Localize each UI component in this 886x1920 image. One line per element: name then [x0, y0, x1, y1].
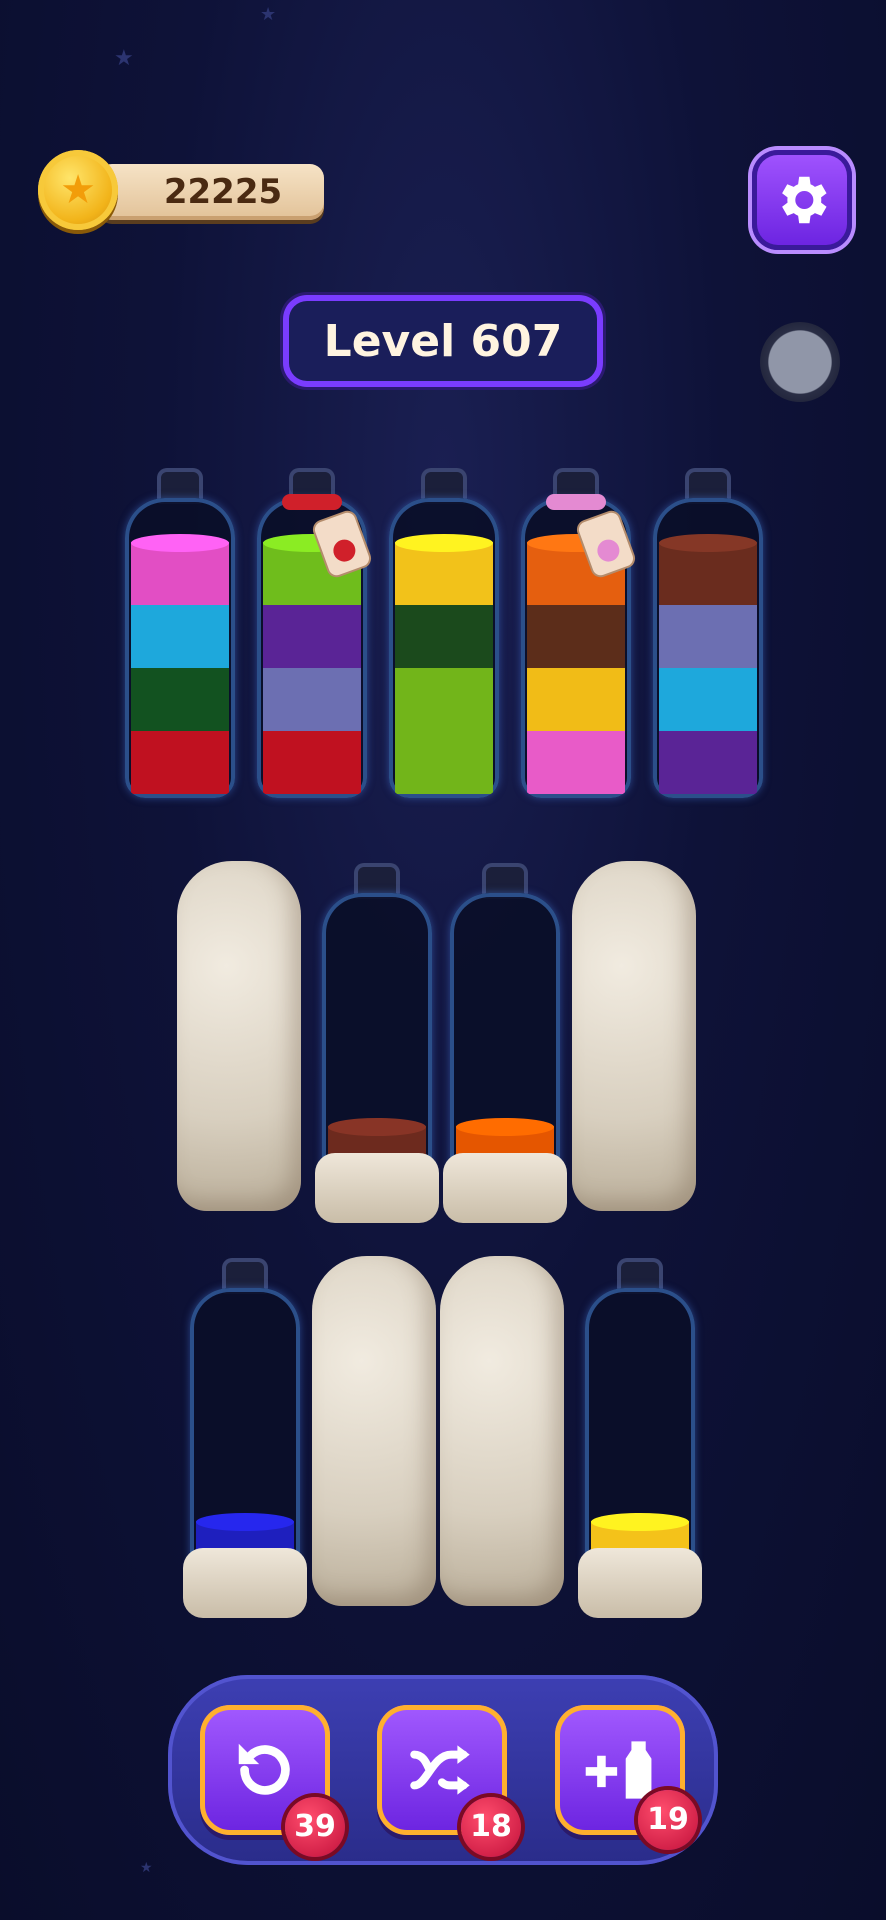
stone-locked-bottle — [572, 861, 696, 1211]
stone-base — [315, 1153, 439, 1223]
bottle-body — [125, 498, 235, 798]
star-decoration: ★ — [114, 46, 134, 71]
liquid-layer — [131, 542, 229, 605]
stone-base — [183, 1548, 307, 1618]
add-bottle-count-badge: 19 — [638, 1790, 698, 1850]
coin-counter: ★ 22225 — [38, 150, 324, 230]
stone-locked-bottle — [177, 861, 301, 1211]
bottle-body — [653, 498, 763, 798]
bottle-body — [450, 893, 560, 1193]
stone-locked-bottle — [312, 1256, 436, 1606]
liquid-layer — [263, 731, 361, 794]
tag-liquid — [594, 536, 623, 565]
liquid-layer — [395, 731, 493, 794]
stone-locked-bottle — [440, 1256, 564, 1606]
shuffle-icon — [410, 1745, 470, 1795]
level-indicator: Level 607 — [283, 295, 603, 387]
liquid-layer — [395, 668, 493, 731]
add-bottle-icon — [585, 1741, 652, 1799]
star-decoration: ★ — [260, 4, 277, 25]
liquid-layer — [659, 668, 757, 731]
liquid-layer — [527, 731, 625, 794]
star-coin-icon: ★ — [38, 150, 118, 230]
rope-knot — [546, 494, 606, 510]
liquid-layer — [659, 731, 757, 794]
settings-button[interactable] — [752, 150, 852, 250]
rope-knot — [282, 494, 342, 510]
stone-base — [443, 1153, 567, 1223]
shuffle-count-badge: 18 — [461, 1797, 521, 1857]
hint-toggle[interactable] — [760, 322, 840, 402]
bottle-body — [389, 498, 499, 798]
level-text: Level 607 — [323, 315, 563, 367]
liquid-layer — [527, 668, 625, 731]
tag-liquid — [330, 536, 359, 565]
gear-icon — [782, 176, 827, 224]
liquid-layer — [263, 605, 361, 668]
liquid-layer — [263, 668, 361, 731]
liquid-layer — [131, 731, 229, 794]
undo-icon — [238, 1743, 290, 1795]
liquid-layer — [659, 605, 757, 668]
bottle-body — [585, 1288, 695, 1588]
liquid-layer — [659, 542, 757, 605]
liquid-layer — [131, 605, 229, 668]
bottle-body — [322, 893, 432, 1193]
star-decoration: ★ — [140, 1860, 153, 1876]
bottle-body — [190, 1288, 300, 1588]
stone-base — [578, 1548, 702, 1618]
liquid-layer — [527, 605, 625, 668]
coin-value: 22225 — [163, 172, 283, 212]
liquid-layer — [395, 542, 493, 605]
liquid-layer — [395, 605, 493, 668]
liquid-layer — [131, 668, 229, 731]
undo-count-badge: 39 — [285, 1797, 345, 1857]
